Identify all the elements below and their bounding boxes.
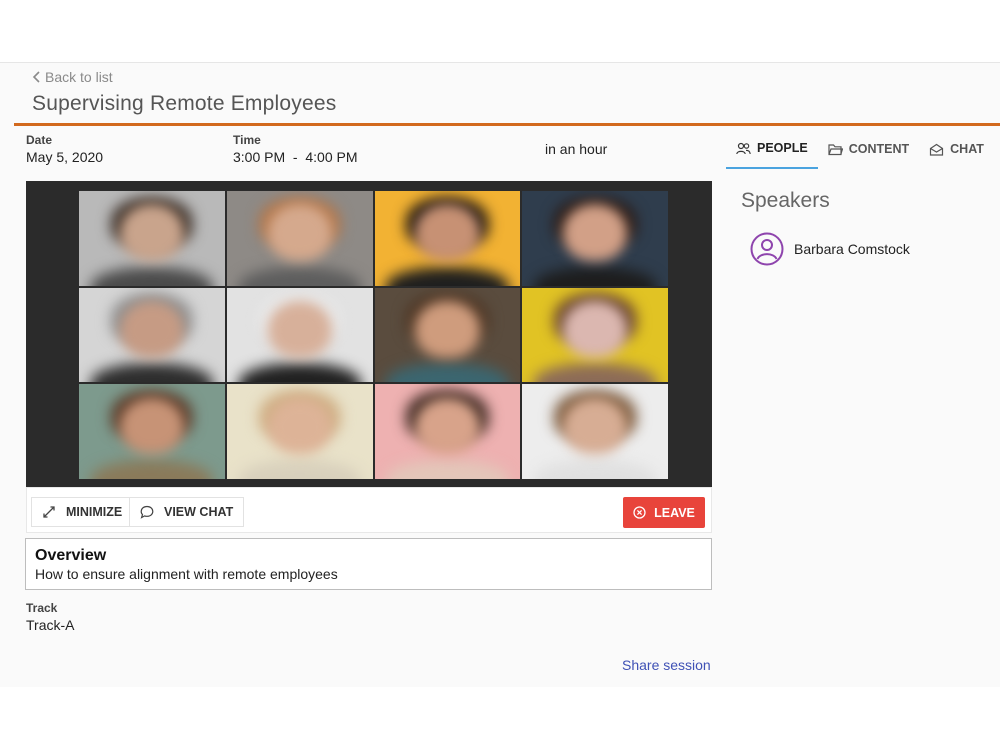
participant-face — [119, 397, 184, 455]
page-title: Supervising Remote Employees — [32, 92, 337, 115]
session-page: Back to list Supervising Remote Employee… — [0, 62, 1000, 687]
participant-video-tile[interactable] — [522, 287, 668, 383]
participant-video-tile[interactable] — [374, 287, 521, 383]
participant-body — [386, 363, 509, 383]
participant-face — [415, 300, 480, 358]
leave-label: LEAVE — [654, 505, 695, 520]
user-circle-icon — [750, 232, 784, 266]
participant-body — [90, 266, 214, 286]
time-label: Time — [233, 133, 261, 147]
side-tabs: PEOPLE CONTENT CHAT — [726, 129, 994, 169]
title-divider — [14, 123, 1000, 126]
speakers-heading: Speakers — [741, 189, 830, 212]
overview-text: How to ensure alignment with remote empl… — [35, 566, 338, 582]
participant-video-tile[interactable] — [79, 384, 225, 479]
relative-start-time: in an hour — [545, 141, 608, 157]
view-chat-label: VIEW CHAT — [164, 505, 234, 519]
date-value: May 5, 2020 — [26, 149, 104, 165]
tab-content-label: CONTENT — [848, 142, 910, 156]
participant-face — [267, 204, 332, 262]
chat-bubble-icon — [140, 505, 154, 519]
tab-people-label: PEOPLE — [757, 141, 808, 155]
track-value: Track-A — [26, 617, 75, 633]
participant-video-tile[interactable] — [79, 191, 225, 286]
participant-video-tile[interactable] — [374, 191, 521, 286]
participant-body — [90, 363, 214, 383]
participant-face — [563, 397, 628, 455]
tab-people[interactable]: PEOPLE — [726, 129, 818, 169]
minimize-button[interactable]: MINIMIZE — [31, 497, 134, 527]
participant-video-tile[interactable] — [226, 191, 373, 286]
tab-chat-label: CHAT — [950, 142, 984, 156]
participant-face — [563, 300, 628, 358]
close-circle-icon — [633, 506, 646, 519]
participant-body — [238, 460, 361, 479]
overview-title: Overview — [35, 547, 107, 564]
participant-face — [415, 204, 480, 262]
people-icon — [736, 142, 751, 154]
participant-face — [563, 204, 628, 262]
participant-face — [119, 300, 184, 358]
tab-content[interactable]: CONTENT — [818, 129, 919, 169]
participant-grid — [79, 191, 668, 479]
participant-video-tile[interactable] — [522, 191, 668, 286]
participant-face — [267, 397, 332, 455]
time-value: 3:00 PM - 4:00 PM — [233, 149, 358, 165]
back-to-list-link[interactable]: Back to list — [32, 69, 113, 85]
participant-video-tile[interactable] — [226, 287, 373, 383]
speaker-item[interactable]: Barbara Comstock — [750, 232, 910, 266]
participant-video-tile[interactable] — [522, 384, 668, 479]
minimize-arrows-icon — [43, 506, 55, 518]
chevron-left-icon — [32, 71, 40, 83]
video-controls-bar: MINIMIZE VIEW CHAT LEAVE — [26, 487, 712, 533]
participant-body — [90, 460, 214, 479]
participant-body — [533, 363, 657, 383]
share-session-link[interactable]: Share session — [622, 657, 711, 673]
chat-envelope-icon — [930, 143, 944, 156]
participant-face — [267, 300, 332, 358]
track-label: Track — [26, 601, 58, 615]
minimize-label: MINIMIZE — [66, 505, 123, 519]
overview-card: Overview How to ensure alignment with re… — [25, 538, 712, 590]
tab-chat[interactable]: CHAT — [919, 129, 994, 169]
participant-body — [238, 363, 361, 383]
participant-body — [386, 460, 509, 479]
speaker-name: Barbara Comstock — [794, 241, 910, 257]
date-label: Date — [26, 133, 53, 147]
participant-video-tile[interactable] — [226, 384, 373, 479]
back-link-label: Back to list — [45, 69, 113, 85]
participant-body — [238, 266, 361, 286]
leave-button[interactable]: LEAVE — [623, 497, 705, 528]
view-chat-button[interactable]: VIEW CHAT — [129, 497, 245, 527]
participant-face — [119, 204, 184, 262]
folder-icon — [828, 143, 843, 155]
participant-video-tile[interactable] — [374, 384, 521, 479]
participant-face — [415, 397, 480, 455]
participant-body — [533, 460, 657, 479]
participant-video-tile[interactable] — [79, 287, 225, 383]
participant-body — [386, 266, 509, 286]
video-stage[interactable] — [26, 181, 712, 487]
participant-body — [533, 266, 657, 286]
